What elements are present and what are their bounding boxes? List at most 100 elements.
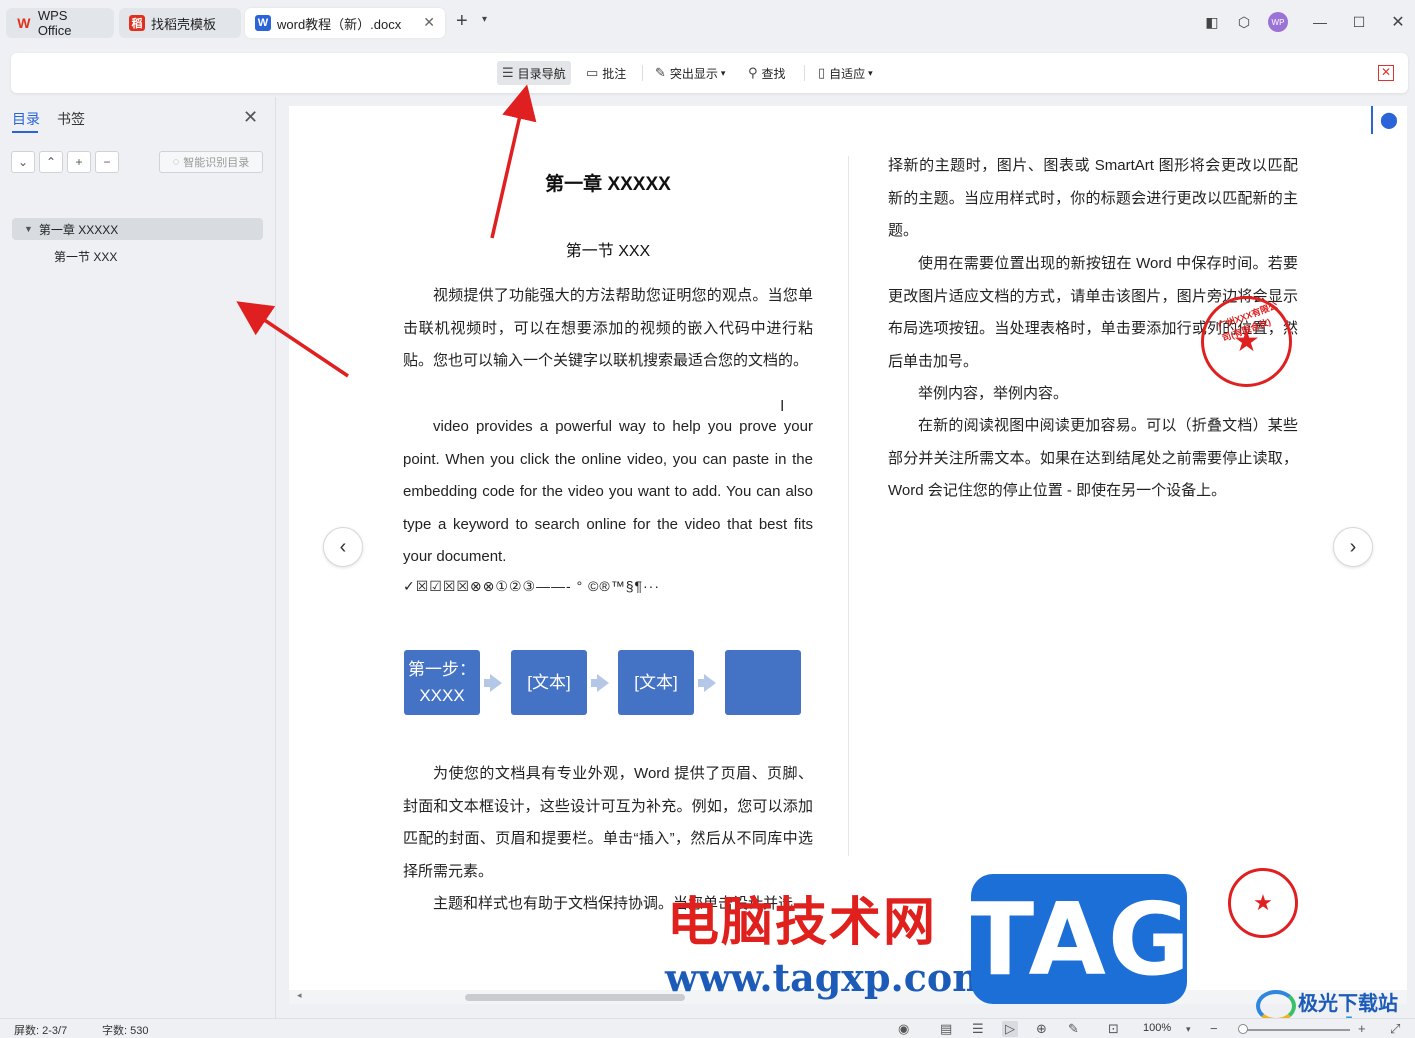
maximize-icon[interactable]: ☐ xyxy=(1349,12,1369,32)
toc-nav-label: 目录导航 xyxy=(517,66,566,81)
plus-icon: + xyxy=(75,155,83,169)
minimize-icon[interactable]: — xyxy=(1310,12,1330,32)
watermark-jg-name: 极光下载站 xyxy=(1298,993,1398,1015)
toc-item-chapter[interactable]: ▼ 第一章 XXXXX xyxy=(12,218,263,240)
template-logo-icon: 稻 xyxy=(129,15,145,31)
word-doc-icon: W xyxy=(255,15,271,31)
tab-label: word教程（新）.docx xyxy=(277,16,402,32)
seal-star-icon: ★ xyxy=(1253,890,1273,915)
tab-document[interactable]: W word教程（新）.docx ✕ xyxy=(245,8,445,38)
word-count[interactable]: 字数: 530 xyxy=(102,1022,148,1038)
fit-button[interactable]: ▯ 自适应 ▾ xyxy=(813,61,878,85)
highlighter-icon: ✎ xyxy=(655,65,666,80)
toc-sidebar: 目录 书签 ✕ ⌄ ⌃ + − ◌ 智能识别目录 ▼ 第一章 XXXXX 第一节… xyxy=(0,97,276,1018)
close-tab-icon[interactable]: ✕ xyxy=(423,14,435,31)
read-mode-icon[interactable]: ▷ xyxy=(1002,1021,1018,1037)
zoom-level[interactable]: 100% xyxy=(1143,1022,1171,1034)
watermark-tag-logo: TAG xyxy=(966,874,1190,1004)
expand-triangle-icon[interactable]: ▼ xyxy=(24,224,33,234)
search-icon: ⚲ xyxy=(748,65,758,80)
chevron-right-icon: › xyxy=(1349,535,1357,558)
zoom-slider[interactable] xyxy=(1240,1029,1350,1031)
exit-reading-icon[interactable]: ✕ xyxy=(1378,65,1394,81)
left-paragraph-2: video provides a powerful way to help yo… xyxy=(403,418,813,565)
smart-icon: ◌ xyxy=(172,156,180,168)
chevron-left-icon: ‹ xyxy=(339,535,347,558)
flow-step-3[interactable]: [文本] xyxy=(618,650,694,715)
smart-toc-label: 智能识别目录 xyxy=(183,157,250,169)
cube-icon[interactable]: ⬡ xyxy=(1234,12,1254,32)
chevron-down-icon[interactable]: ▾ xyxy=(1186,1024,1191,1035)
page-count: 屏数: 2-3/7 xyxy=(14,1025,68,1037)
eye-icon[interactable]: ◉ xyxy=(898,1021,909,1037)
comment-icon: ▭ xyxy=(586,65,599,80)
left-paragraph-1: 视频提供了功能强大的方法帮助您证明您的观点。当您单击联机视频时，可以在想要添加的… xyxy=(403,287,813,369)
watermark-site-name: 电脑技术网 xyxy=(667,893,938,953)
flow-step-4[interactable] xyxy=(725,650,801,715)
chevron-down-icon: ▾ xyxy=(720,67,726,78)
avatar[interactable]: WP xyxy=(1268,12,1288,32)
outline-view-icon[interactable]: ☰ xyxy=(972,1021,984,1037)
toc-item-section[interactable]: 第一节 XXX xyxy=(54,248,117,265)
zoom-out-icon[interactable]: − xyxy=(1210,1021,1218,1036)
tab-label: WPS Office xyxy=(37,8,72,38)
find-label: 查找 xyxy=(761,66,786,81)
tab-toc[interactable]: 目录 xyxy=(12,109,40,129)
web-view-icon[interactable]: ⊕ xyxy=(1036,1021,1047,1037)
toolbar-divider xyxy=(804,65,805,81)
highlight-button[interactable]: ✎ 突出显示 ▾ xyxy=(650,61,730,85)
scroll-left-icon[interactable]: ◂ xyxy=(297,990,302,1001)
toc-nav-button[interactable]: ☰ 目录导航 xyxy=(497,61,571,85)
toc-list-icon: ☰ xyxy=(502,65,514,80)
text-cursor-icon: I xyxy=(780,398,785,415)
smart-toc-button[interactable]: ◌ 智能识别目录 xyxy=(159,151,263,173)
remove-toc-button[interactable]: − xyxy=(95,151,119,173)
tab-wps-office[interactable]: W WPS Office xyxy=(6,8,114,38)
symbols-line: ✓☒☑☒☒⊗⊗①②③——- ° ©®™§¶··· xyxy=(403,578,661,594)
tab-bookmark[interactable]: 书签 xyxy=(57,109,85,129)
flow-arrow xyxy=(591,674,609,692)
right-paragraph-1: 择新的主题时，图片、图表或 SmartArt 图形将会更改以匹配新的主题。当应用… xyxy=(888,157,1298,239)
flow-arrow xyxy=(698,674,716,692)
tab-templates[interactable]: 稻 找稻壳模板 xyxy=(119,8,241,38)
left-paragraph-3: 为使您的文档具有专业外观，Word 提供了页眉、页脚、封面和文本框设计，这些设计… xyxy=(403,765,813,880)
layout-icon[interactable]: ◧ xyxy=(1202,12,1222,32)
highlight-label: 突出显示 xyxy=(669,66,718,81)
chevron-down-icon: ⌄ xyxy=(17,155,29,169)
watermark-site-url: www.tagxp.com xyxy=(665,955,993,1000)
tab-bar: W WPS Office 稻 找稻壳模板 W word教程（新）.docx ✕ … xyxy=(0,0,1415,46)
page-icon: ▯ xyxy=(818,65,826,80)
fullscreen-icon[interactable]: ⤢ xyxy=(1390,1021,1400,1037)
chevron-down-icon: ▾ xyxy=(868,67,873,78)
comment-button[interactable]: ▭ 批注 xyxy=(581,61,631,85)
collapse-up-button[interactable]: ⌃ xyxy=(39,151,63,173)
zoom-in-icon[interactable]: + xyxy=(1358,1021,1366,1036)
right-paragraph-4: 在新的阅读视图中阅读更加容易。可以（折叠文档）某些部分并关注所需文本。如果在达到… xyxy=(888,417,1298,499)
chevron-down-icon[interactable]: ▾ xyxy=(482,14,487,25)
comment-label: 批注 xyxy=(602,66,627,81)
pen-icon[interactable]: ✎ xyxy=(1068,1021,1079,1037)
next-page-button[interactable]: › xyxy=(1333,527,1373,567)
zoom-slider-knob[interactable] xyxy=(1238,1024,1248,1034)
close-sidebar-icon[interactable]: ✕ xyxy=(243,107,258,128)
add-toc-button[interactable]: + xyxy=(67,151,91,173)
flow-arrow xyxy=(484,674,502,692)
company-seal-small: ★ xyxy=(1228,868,1298,938)
fit-label: 自适应 xyxy=(829,66,866,81)
find-button[interactable]: ⚲ 查找 xyxy=(743,61,791,85)
prev-page-button[interactable]: ‹ xyxy=(323,527,363,567)
flow-step-2[interactable]: [文本] xyxy=(511,650,587,715)
scroll-thumb[interactable] xyxy=(465,994,685,1001)
collapse-down-button[interactable]: ⌄ xyxy=(11,151,35,173)
close-window-icon[interactable]: ✕ xyxy=(1388,12,1408,32)
page-view-icon[interactable]: ▤ xyxy=(940,1021,952,1037)
reading-toolbar: ☰ 目录导航 ▭ 批注 ✎ 突出显示 ▾ ⚲ 查找 ▯ 自适应 ▾ ✕ xyxy=(11,53,1408,93)
company-seal: ★ 广州XXX有限公司(有限合伙) xyxy=(1201,296,1292,387)
chapter-title: 第一章 XXXXX xyxy=(545,174,671,195)
flow-step-1[interactable]: 第一步：XXXX xyxy=(404,650,480,715)
new-tab-icon[interactable]: + xyxy=(456,10,468,33)
toc-item-label: 第一章 XXXXX xyxy=(38,222,119,237)
chevron-up-icon: ⌃ xyxy=(45,155,57,169)
location-pin-icon[interactable]: ⬤ xyxy=(1371,106,1405,134)
fit-page-icon[interactable]: ⊡ xyxy=(1108,1021,1119,1037)
